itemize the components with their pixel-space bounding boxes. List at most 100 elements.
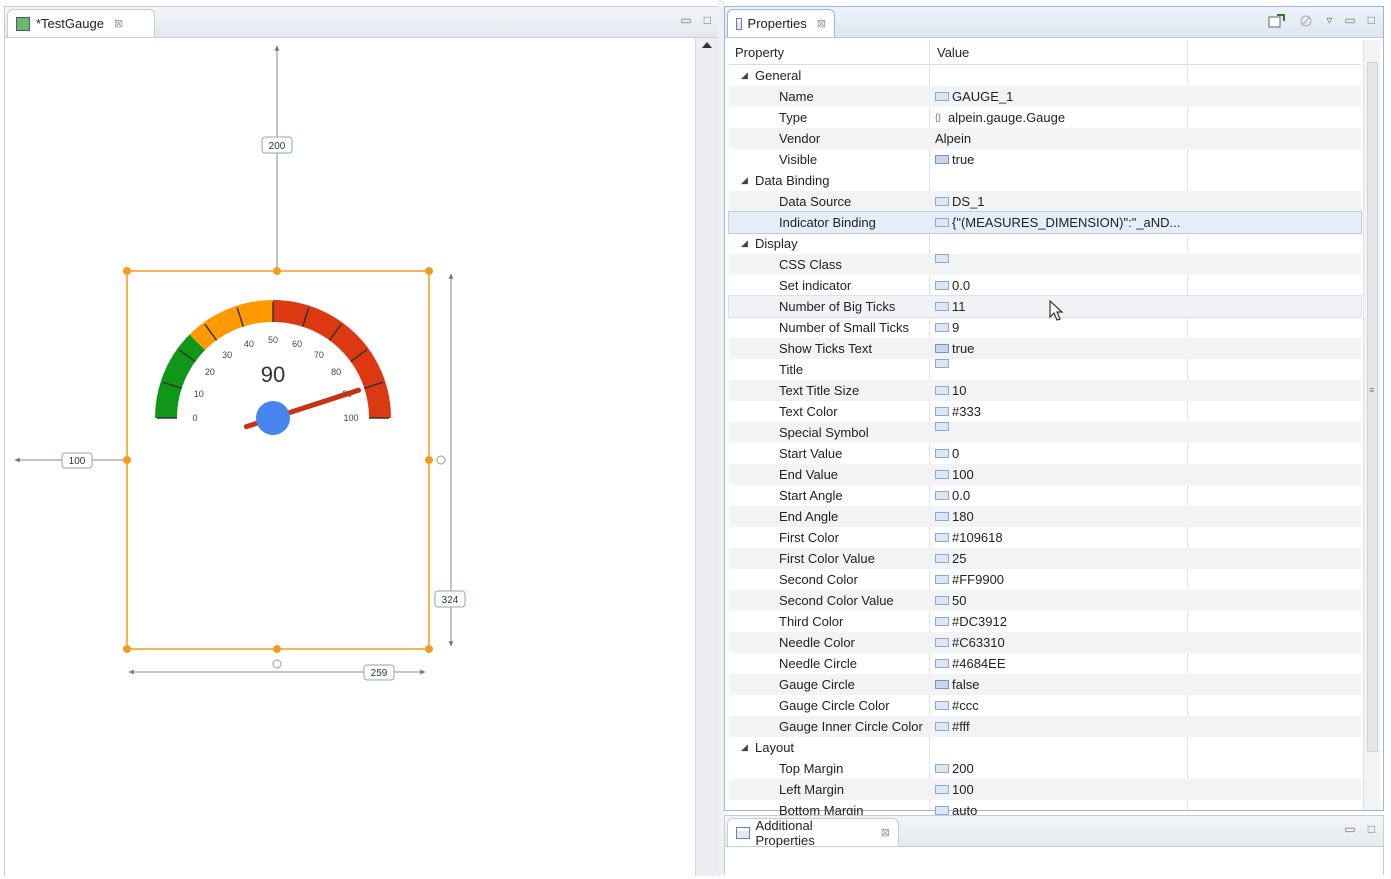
property-value[interactable]: 9 bbox=[935, 317, 959, 338]
tab-properties[interactable]: Properties ⊠ bbox=[727, 9, 835, 37]
category-row[interactable]: ◢ Data Binding bbox=[729, 170, 1361, 191]
scroll-thumb[interactable] bbox=[1367, 62, 1378, 752]
maximize-icon[interactable]: □ bbox=[704, 13, 711, 27]
property-value[interactable]: DS_1 bbox=[935, 191, 985, 212]
property-row[interactable]: Third Color #DC3912 bbox=[729, 611, 1361, 632]
property-row[interactable]: First Color Value 25 bbox=[729, 548, 1361, 569]
category-row[interactable]: ◢ Display bbox=[729, 233, 1361, 254]
property-value[interactable]: 50 bbox=[935, 590, 966, 611]
property-row[interactable]: Start Angle 0.0 bbox=[729, 485, 1361, 506]
property-value[interactable]: 100 bbox=[935, 779, 974, 800]
property-row[interactable]: Show Ticks Text true bbox=[729, 338, 1361, 359]
minimize-icon[interactable]: ▭ bbox=[680, 13, 691, 27]
property-row[interactable]: Number of Big Ticks 11 bbox=[728, 295, 1362, 318]
property-row[interactable]: Number of Small Ticks 9 bbox=[729, 317, 1361, 338]
property-row[interactable]: Second Color #FF9900 bbox=[729, 569, 1361, 590]
property-value[interactable] bbox=[935, 254, 952, 263]
gauge-tick-label: 70 bbox=[314, 350, 324, 360]
property-row[interactable]: Gauge Circle Color #ccc bbox=[729, 695, 1361, 716]
property-row[interactable]: Special Symbol bbox=[729, 422, 1361, 443]
tab-testgauge[interactable]: *TestGauge ⊠ bbox=[7, 9, 155, 37]
category-row[interactable]: ◢ Layout bbox=[729, 737, 1361, 758]
property-row[interactable]: End Value 100 bbox=[729, 464, 1361, 485]
property-row[interactable]: Start Value 0 bbox=[729, 443, 1361, 464]
property-value[interactable]: true bbox=[935, 149, 974, 170]
property-row[interactable]: Name GAUGE_1 bbox=[729, 86, 1361, 107]
property-value[interactable]: {} alpein.gauge.Gauge bbox=[935, 107, 1065, 128]
property-column-header[interactable]: Property bbox=[735, 45, 784, 60]
property-row[interactable]: Set indicator 0.0 bbox=[729, 275, 1361, 296]
property-value[interactable]: 11 bbox=[935, 296, 966, 317]
property-row[interactable]: Data Source DS_1 bbox=[729, 191, 1361, 212]
maximize-icon[interactable]: □ bbox=[1368, 822, 1375, 836]
string-icon bbox=[935, 533, 949, 542]
category-row[interactable]: ◢ General bbox=[729, 65, 1361, 86]
minimize-icon[interactable]: ▭ bbox=[1344, 13, 1355, 29]
property-row[interactable]: Gauge Inner Circle Color #fff bbox=[729, 716, 1361, 737]
property-value[interactable]: #DC3912 bbox=[935, 611, 1007, 632]
property-row[interactable]: Visible true bbox=[729, 149, 1361, 170]
tab-additional-properties[interactable]: Additional Properties ⊠ bbox=[727, 818, 899, 848]
minimize-icon[interactable]: ▭ bbox=[1344, 822, 1355, 836]
editor-scrollbar[interactable] bbox=[695, 38, 718, 876]
property-row[interactable]: Left Margin 100 bbox=[729, 779, 1361, 800]
property-row[interactable]: Needle Color #C63310 bbox=[729, 632, 1361, 653]
anchor-circle-right[interactable] bbox=[436, 455, 446, 465]
scroll-up-icon[interactable] bbox=[702, 42, 712, 48]
property-value[interactable]: #4684EE bbox=[935, 653, 1006, 674]
selection-box[interactable] bbox=[126, 270, 430, 650]
property-value[interactable]: #C63310 bbox=[935, 632, 1005, 653]
property-value[interactable]: 100 bbox=[935, 464, 974, 485]
value-column-header[interactable]: Value bbox=[937, 45, 969, 60]
resize-handles[interactable] bbox=[123, 267, 433, 653]
pin-view-icon[interactable] bbox=[1268, 13, 1286, 29]
maximize-icon[interactable]: □ bbox=[1368, 13, 1375, 29]
boolean-icon bbox=[935, 344, 949, 353]
view-menu-icon[interactable]: ▿ bbox=[1326, 13, 1332, 29]
property-value[interactable]: {"(MEASURES_DIMENSION)":"_aND... bbox=[935, 212, 1180, 233]
anchor-circle-bottom[interactable] bbox=[272, 659, 282, 669]
collapse-twistie-icon[interactable]: ◢ bbox=[741, 737, 748, 758]
property-value[interactable] bbox=[935, 422, 952, 431]
properties-scrollbar[interactable]: ≡ bbox=[1363, 40, 1380, 810]
property-value[interactable]: 25 bbox=[935, 548, 966, 569]
collapse-twistie-icon[interactable]: ◢ bbox=[741, 233, 748, 254]
property-row[interactable]: End Angle 180 bbox=[729, 506, 1361, 527]
property-row[interactable]: Type {} alpein.gauge.Gauge bbox=[729, 107, 1361, 128]
property-value[interactable]: 10 bbox=[935, 380, 966, 401]
property-value[interactable]: false bbox=[935, 674, 979, 695]
collapse-twistie-icon[interactable]: ◢ bbox=[741, 65, 748, 86]
collapse-twistie-icon[interactable]: ◢ bbox=[741, 170, 748, 191]
property-row[interactable]: Top Margin 200 bbox=[729, 758, 1361, 779]
property-row[interactable]: First Color #109618 bbox=[729, 527, 1361, 548]
property-row[interactable]: Second Color Value 50 bbox=[729, 590, 1361, 611]
property-value[interactable]: Alpein bbox=[935, 128, 971, 149]
property-value[interactable]: #FF9900 bbox=[935, 569, 1004, 590]
property-value[interactable]: 0.0 bbox=[935, 275, 970, 296]
property-row[interactable]: Vendor Alpein bbox=[729, 128, 1361, 149]
design-canvas[interactable]: 200 100 324 259 0 10 20 30 40 50 60 70 8… bbox=[5, 38, 693, 876]
property-value[interactable]: 180 bbox=[935, 506, 974, 527]
property-row[interactable]: Gauge Circle false bbox=[729, 674, 1361, 695]
property-value[interactable]: #109618 bbox=[935, 527, 1003, 548]
property-value[interactable]: #333 bbox=[935, 401, 981, 422]
property-row[interactable]: Text Color #333 bbox=[729, 401, 1361, 422]
property-value[interactable]: #ccc bbox=[935, 695, 979, 716]
filter-icon[interactable] bbox=[1298, 13, 1314, 29]
close-icon[interactable]: ⊠ bbox=[881, 826, 890, 839]
close-icon[interactable]: ⊠ bbox=[114, 17, 123, 30]
property-row[interactable]: CSS Class bbox=[729, 254, 1361, 275]
property-value[interactable]: 200 bbox=[935, 758, 974, 779]
property-row[interactable]: Needle Circle #4684EE bbox=[729, 653, 1361, 674]
property-row[interactable]: Indicator Binding {"(MEASURES_DIMENSION)"… bbox=[728, 211, 1362, 234]
property-value[interactable]: 0 bbox=[935, 443, 959, 464]
property-value[interactable] bbox=[935, 359, 952, 368]
property-row[interactable]: Title bbox=[729, 359, 1361, 380]
property-value[interactable]: 0.0 bbox=[935, 485, 970, 506]
property-row[interactable]: Text Title Size 10 bbox=[729, 380, 1361, 401]
property-value[interactable]: true bbox=[935, 338, 974, 359]
property-value[interactable]: GAUGE_1 bbox=[935, 86, 1013, 107]
number-icon bbox=[935, 302, 949, 311]
property-value[interactable]: #fff bbox=[935, 716, 970, 737]
close-icon[interactable]: ⊠ bbox=[817, 17, 826, 30]
